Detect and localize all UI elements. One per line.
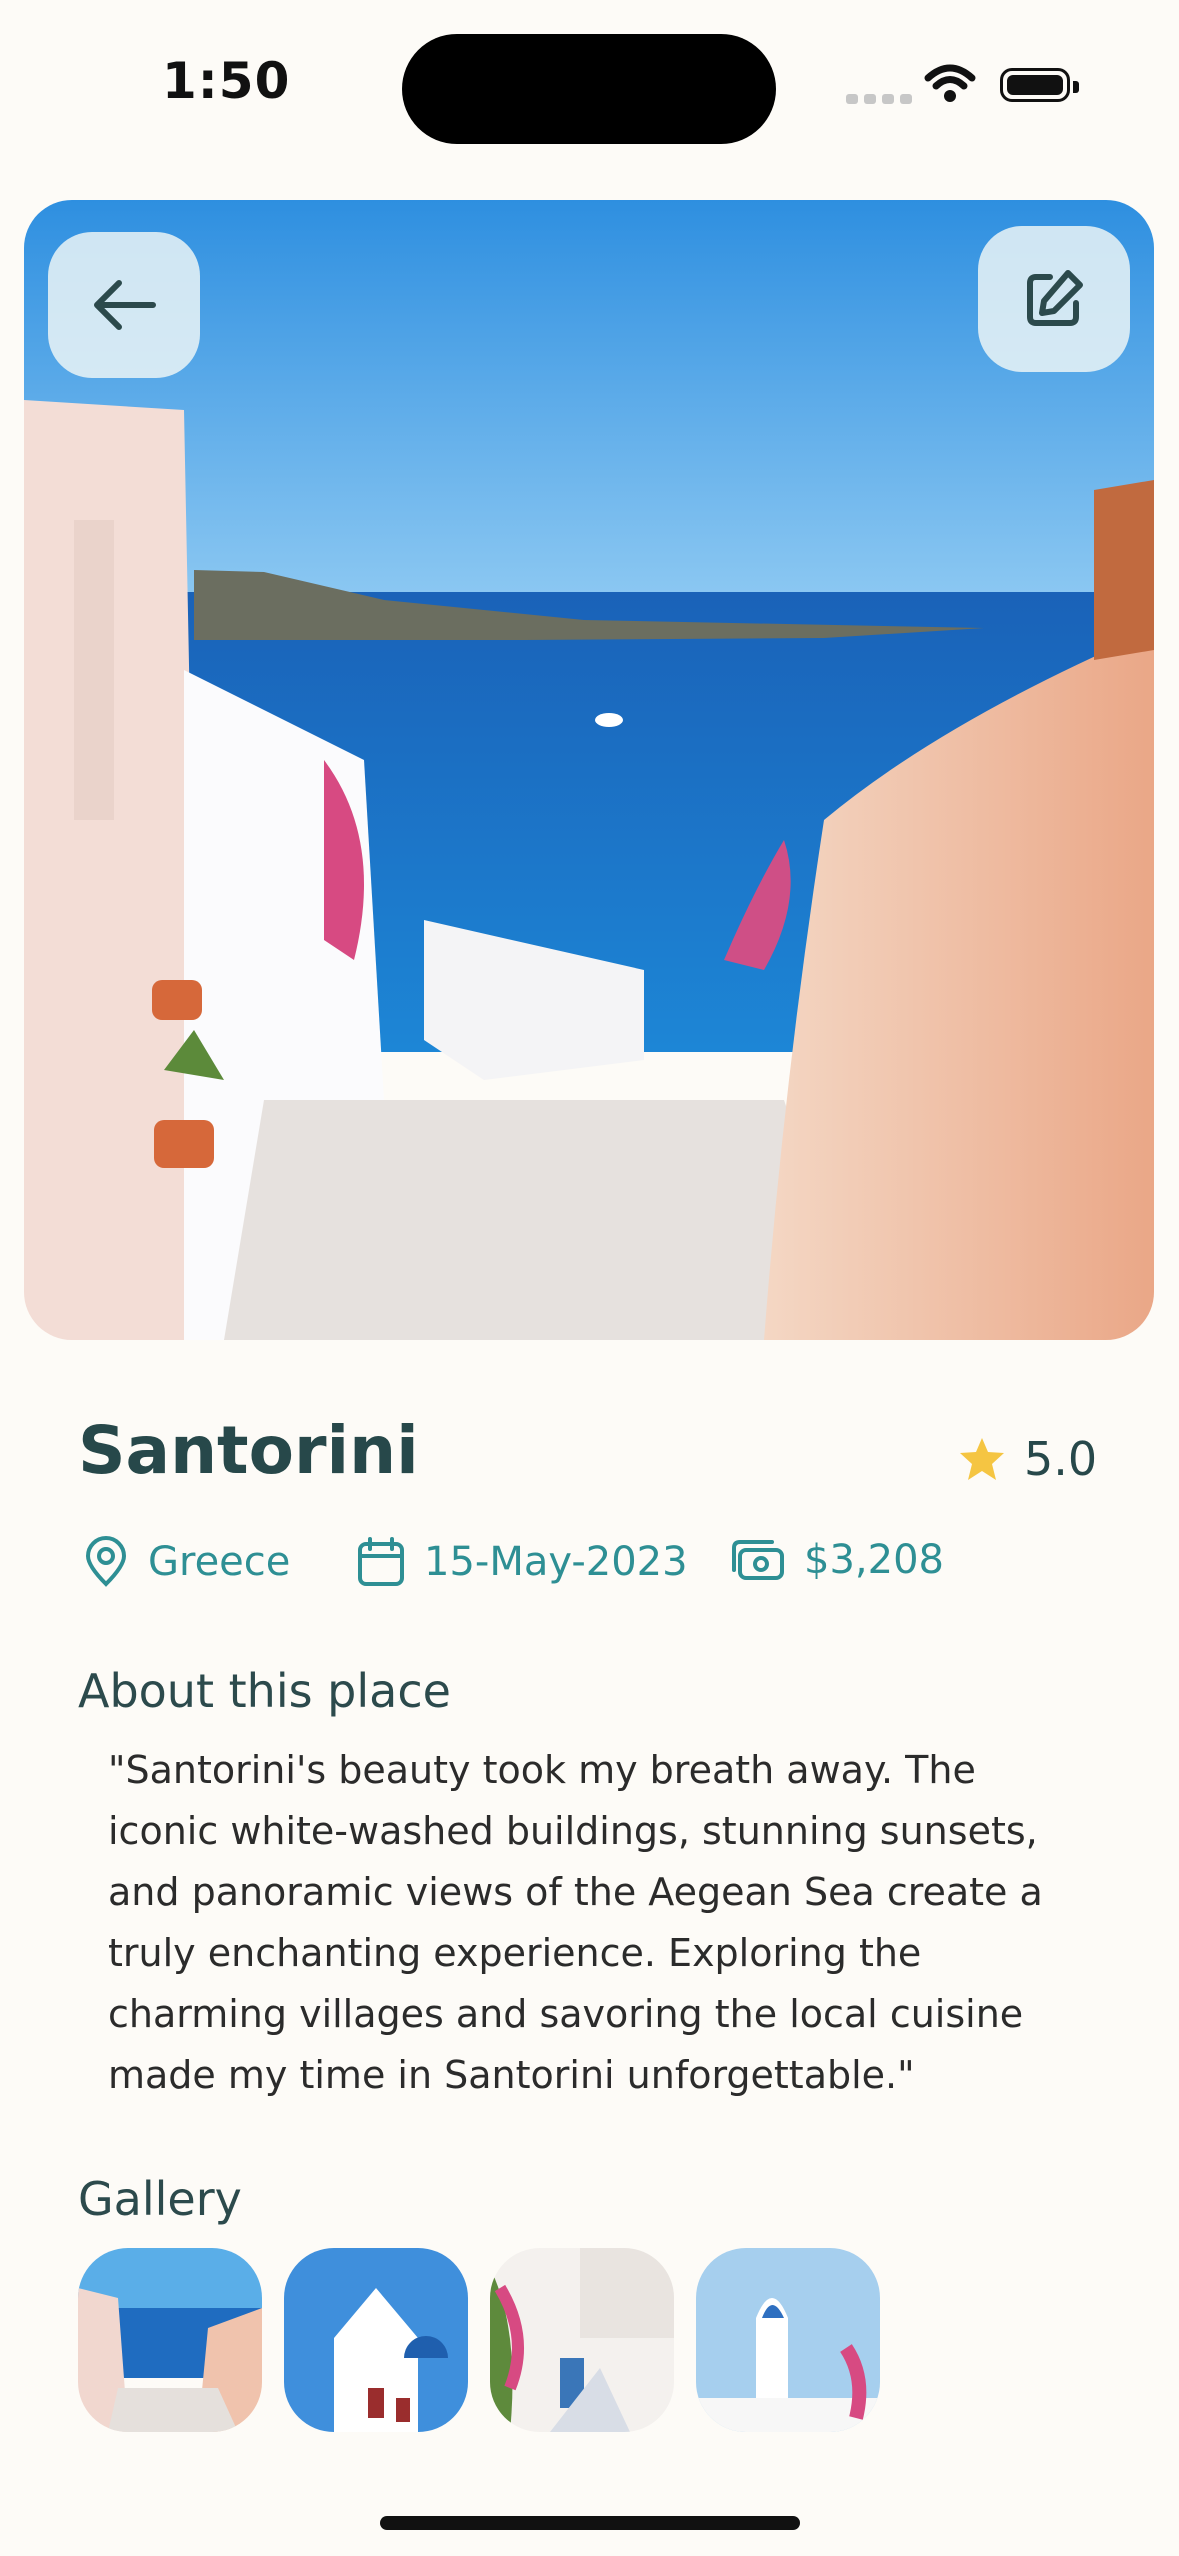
gallery-thumbnail[interactable] — [78, 2248, 262, 2432]
about-heading: About this place — [78, 1664, 451, 1718]
battery-icon — [1000, 68, 1079, 102]
rating-value: 5.0 — [1024, 1432, 1098, 1486]
calendar-icon — [358, 1537, 404, 1586]
star-icon — [960, 1438, 1004, 1480]
edit-button[interactable] — [978, 226, 1130, 372]
about-description: "Santorini's beauty took my breath away.… — [108, 1748, 1043, 2097]
gallery-heading: Gallery — [78, 2172, 242, 2226]
cellular-signal-icon — [846, 94, 912, 104]
edit-square-icon — [1027, 270, 1083, 326]
location-pin-icon — [85, 1536, 127, 1587]
gallery-thumbnail[interactable] — [490, 2248, 674, 2432]
place-title: Santorini — [78, 1412, 419, 1489]
gallery-thumbnail[interactable] — [696, 2248, 880, 2432]
cost-label: $3,208 — [804, 1537, 944, 1583]
arrow-left-icon — [94, 280, 156, 330]
date-label: 15-May-2023 — [424, 1539, 688, 1585]
home-indicator[interactable] — [380, 2516, 800, 2530]
dynamic-island — [402, 34, 776, 144]
gallery-strip — [78, 2248, 880, 2432]
status-time: 1:50 — [162, 52, 291, 110]
location: Greece — [82, 1536, 290, 1588]
rating: 5.0 — [958, 1432, 1097, 1486]
back-button[interactable] — [48, 232, 200, 378]
gallery-thumbnail[interactable] — [284, 2248, 468, 2432]
status-bar: 1:50 — [0, 0, 1179, 180]
location-label: Greece — [148, 1539, 291, 1585]
trip-cost: $3,208 — [730, 1536, 944, 1584]
wifi-icon — [924, 64, 976, 102]
visit-date: 15-May-2023 — [356, 1536, 688, 1588]
hero-image — [24, 200, 1154, 1340]
money-icon — [732, 1540, 784, 1580]
